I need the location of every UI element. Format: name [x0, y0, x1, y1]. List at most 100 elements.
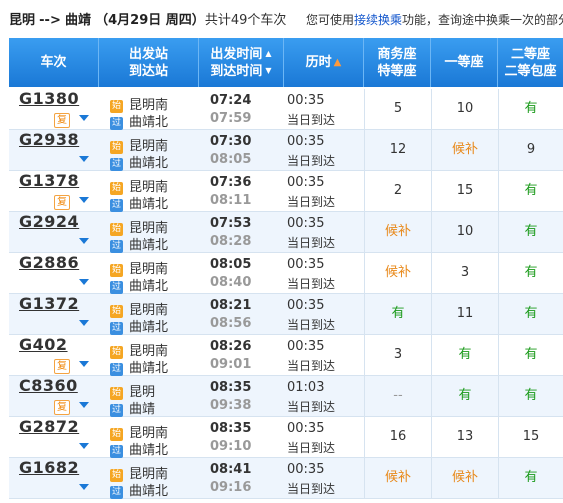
business-seat-availability[interactable]: 16 [365, 417, 431, 457]
second-class-availability[interactable]: 9 [499, 130, 563, 170]
first-class-availability[interactable]: 3 [432, 253, 498, 293]
chevron-down-icon[interactable] [79, 197, 89, 203]
from-city: 昆明 [9, 13, 36, 28]
train-number[interactable]: G1682 [19, 458, 79, 498]
chevron-down-icon[interactable] [79, 238, 89, 244]
arrival-day: 当日到达 [287, 441, 336, 455]
second-class-availability[interactable]: 15 [499, 417, 563, 457]
duration-value: 00:35 [287, 175, 325, 190]
duration-value: 00:35 [287, 462, 325, 477]
first-class-availability[interactable]: 有 [432, 376, 498, 416]
sort-asc-icon[interactable]: ▲ [334, 54, 342, 71]
sort-up-icon[interactable]: ▲ [265, 50, 271, 58]
arrival-day: 当日到达 [287, 277, 336, 291]
chevron-down-icon[interactable] [79, 402, 89, 408]
arrival-time: 09:10 [210, 439, 252, 454]
second-class-availability[interactable]: 有 [499, 294, 563, 334]
col-duration[interactable]: 历时 ▲ [284, 38, 364, 87]
business-seat-availability[interactable]: 3 [365, 335, 431, 375]
chevron-down-icon[interactable] [79, 443, 89, 449]
train-count: 共计49个车次 [204, 13, 287, 28]
pass-station-tag: 过 [110, 322, 123, 335]
second-class-availability[interactable]: 有 [499, 376, 563, 416]
chevron-down-icon[interactable] [79, 361, 89, 367]
second-class-availability[interactable]: 有 [499, 335, 563, 375]
arrival-day: 当日到达 [287, 236, 336, 250]
train-number[interactable]: G2924 [19, 212, 79, 252]
duration-value: 00:35 [287, 298, 325, 313]
train-number[interactable]: G2938 [19, 130, 79, 170]
arrival-day: 当日到达 [287, 318, 336, 332]
chevron-down-icon[interactable] [79, 115, 89, 121]
duration-value: 00:35 [287, 257, 325, 272]
first-class-availability[interactable]: 11 [432, 294, 498, 334]
route-summary: 昆明 --> 曲靖 （4月29日 周四）共计49个车次 [9, 9, 286, 28]
first-class-availability[interactable]: 有 [432, 335, 498, 375]
train-list: G1380 复始昆明南过曲靖北 07:24 07:59 00:35 当日到达 5 10 有 G29… [9, 89, 563, 499]
business-seat-availability[interactable]: 候补 [365, 212, 431, 252]
pass-station-tag: 过 [110, 117, 123, 130]
duration-value: 01:03 [287, 380, 325, 395]
sort-down-icon[interactable]: ▼ [265, 67, 271, 75]
col-train-label: 车次 [40, 55, 67, 70]
travel-date: （4月29日 周四） [95, 13, 205, 28]
business-seat-availability[interactable]: -- [365, 376, 431, 416]
arrival-day: 当日到达 [287, 482, 336, 496]
departure-time: 08:41 [210, 462, 252, 477]
train-number[interactable]: G2872 [19, 417, 79, 457]
fu-badge: 复 [54, 359, 70, 374]
table-row: G1378 复始昆明南过曲靖北 07:36 08:11 00:35 当日到达 2 15 有 [9, 171, 563, 212]
pass-station-tag: 过 [110, 363, 123, 376]
first-class-availability[interactable]: 10 [432, 89, 498, 129]
transfer-link[interactable]: 接续换乘 [354, 13, 402, 27]
chevron-down-icon[interactable] [79, 279, 89, 285]
to-station: 曲靖 [129, 402, 156, 417]
duration-value: 00:35 [287, 216, 325, 231]
departure-time: 08:26 [210, 339, 252, 354]
chevron-down-icon[interactable] [79, 156, 89, 162]
chevron-down-icon[interactable] [79, 484, 89, 490]
col-station: 出发站 到达站 [99, 38, 199, 87]
business-seat-availability[interactable]: 2 [365, 171, 431, 211]
arrival-day: 当日到达 [287, 113, 336, 127]
to-station: 曲靖北 [129, 238, 169, 253]
first-class-availability[interactable]: 13 [432, 417, 498, 457]
col-second: 二等座 二等包座 [498, 38, 563, 87]
arrival-time: 08:56 [210, 316, 252, 331]
second-class-availability[interactable]: 有 [499, 458, 563, 498]
hint-prefix: 您可使用 [306, 13, 355, 27]
second-class-availability[interactable]: 有 [499, 212, 563, 252]
arrival-day: 当日到达 [287, 359, 336, 373]
duration-value: 00:35 [287, 134, 325, 149]
table-row: G402 复始昆明南过曲靖北 08:26 09:01 00:35 当日到达 3 有有 [9, 335, 563, 376]
col-arr-time-label: 到达时间 [210, 63, 263, 79]
train-number[interactable]: G2886 [19, 253, 79, 293]
business-seat-availability[interactable]: 12 [365, 130, 431, 170]
first-class-availability[interactable]: 候补 [432, 458, 498, 498]
train-number[interactable]: G1380 [19, 89, 79, 129]
business-seat-availability[interactable]: 5 [365, 89, 431, 129]
to-station: 曲靖北 [129, 443, 169, 458]
train-number[interactable]: G1372 [19, 294, 79, 334]
fu-badge: 复 [54, 195, 70, 210]
pass-station-tag: 过 [110, 158, 123, 171]
duration-value: 00:35 [287, 421, 325, 436]
business-seat-availability[interactable]: 候补 [365, 458, 431, 498]
first-class-availability[interactable]: 候补 [432, 130, 498, 170]
second-class-availability[interactable]: 有 [499, 253, 563, 293]
business-seat-availability[interactable]: 有 [365, 294, 431, 334]
to-station: 曲靖北 [129, 197, 169, 212]
first-class-availability[interactable]: 10 [432, 212, 498, 252]
chevron-down-icon[interactable] [79, 320, 89, 326]
col-business: 商务座 特等座 [364, 38, 431, 87]
second-class-availability[interactable]: 有 [499, 171, 563, 211]
train-number[interactable]: G1378 [19, 171, 79, 211]
business-seat-availability[interactable]: 候补 [365, 253, 431, 293]
duration-value: 00:35 [287, 339, 325, 354]
col-time[interactable]: 出发时间 ▲ 到达时间 ▼ [199, 38, 284, 87]
first-class-availability[interactable]: 15 [432, 171, 498, 211]
second-class-availability[interactable]: 有 [499, 89, 563, 129]
departure-time: 07:30 [210, 134, 252, 149]
arrival-time: 08:40 [210, 275, 252, 290]
arrival-day: 当日到达 [287, 400, 336, 414]
